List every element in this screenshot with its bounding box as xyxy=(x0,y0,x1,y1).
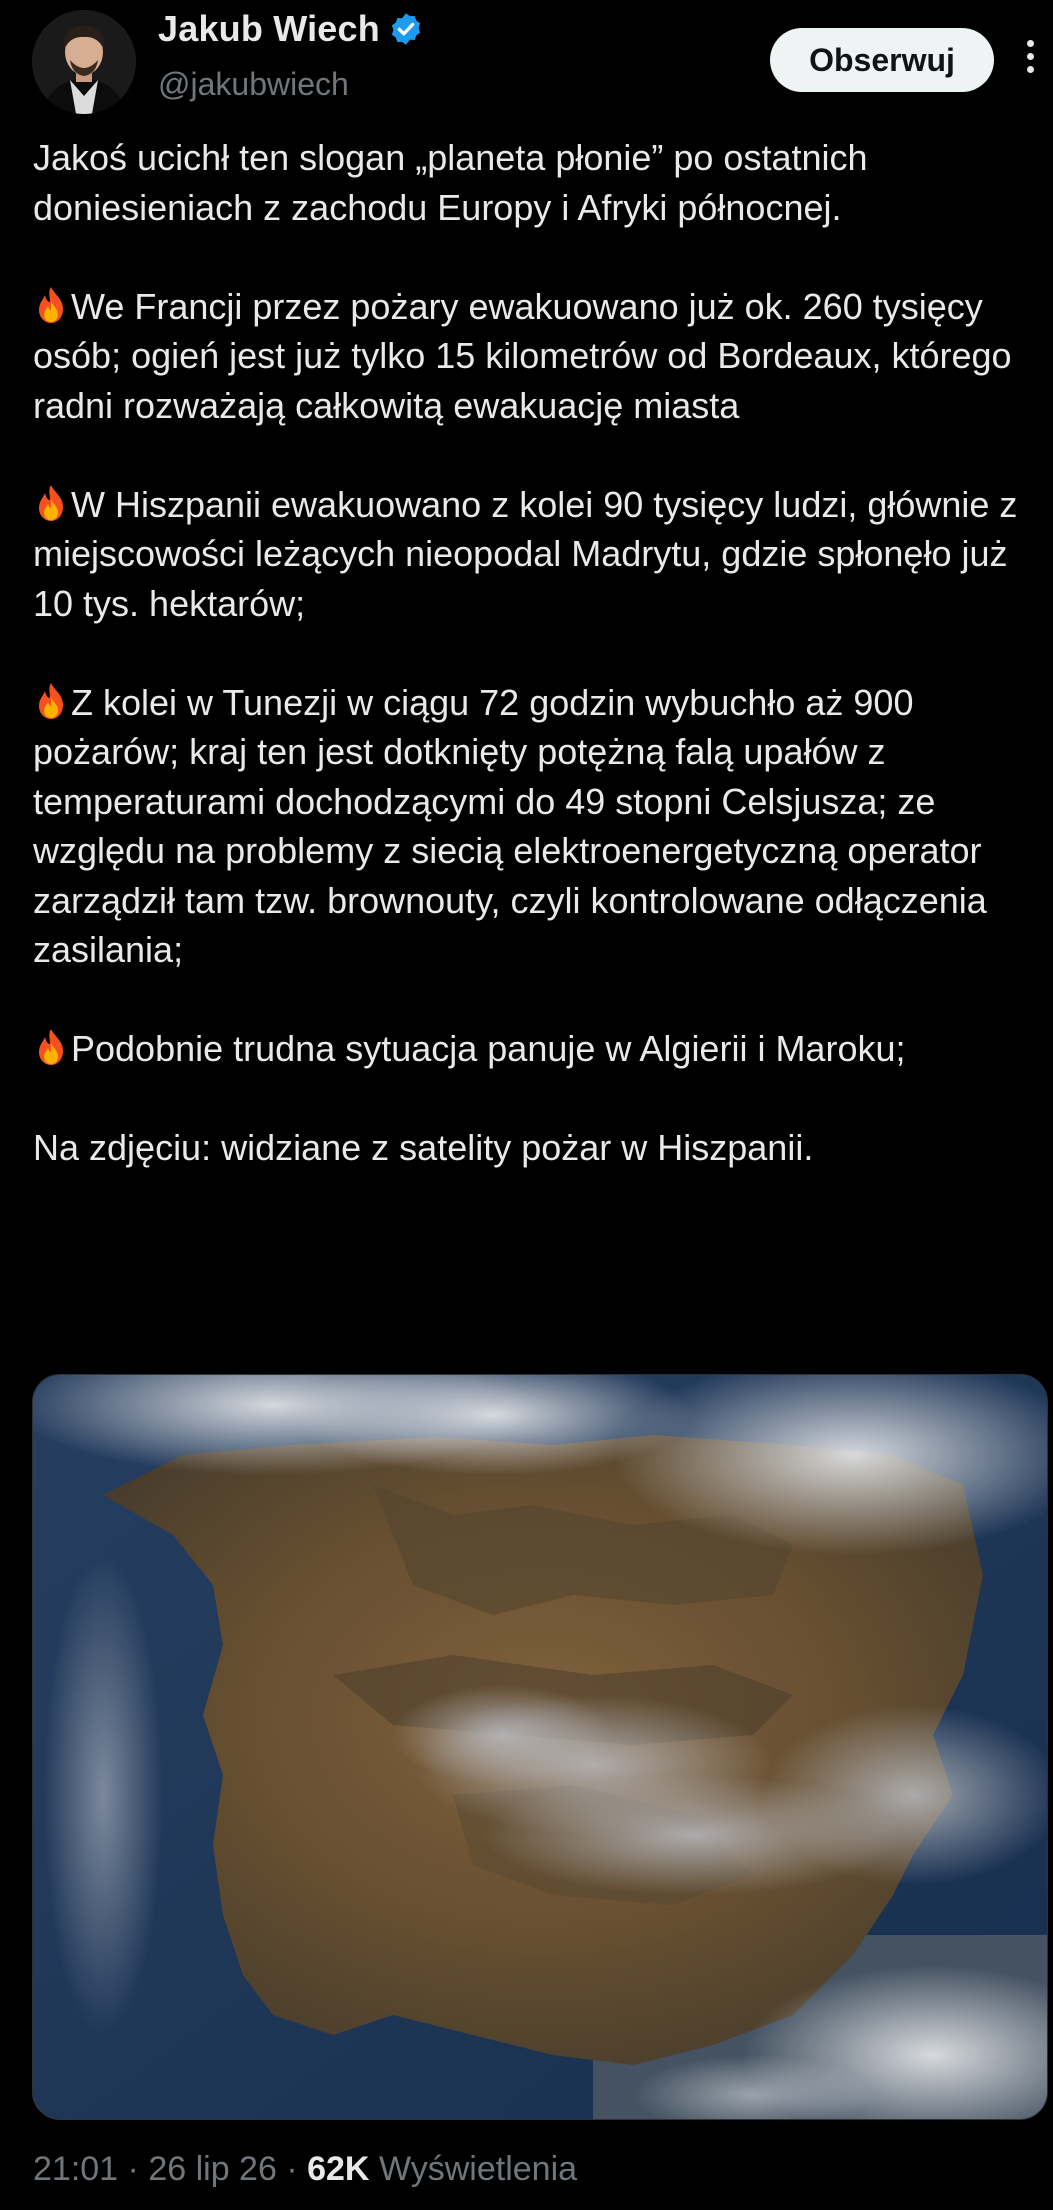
more-vertical-icon[interactable] xyxy=(1018,40,1042,80)
tweet-media-image[interactable] xyxy=(32,1374,1048,2120)
tweet-meta: 21:01 · 26 lip 26 · 62K Wyświetlenia xyxy=(33,2150,577,2189)
author-name-row: Jakub Wiech xyxy=(158,8,424,50)
tweet-paragraph: Podobnie trudna sytuacja panuje w Algier… xyxy=(33,1024,1043,1074)
tweet-paragraph-text: Na zdjęciu: widziane z satelity pożar w … xyxy=(33,1127,814,1168)
meta-separator: · xyxy=(127,2150,139,2188)
verified-badge-icon xyxy=(391,13,421,45)
tweet-paragraph-text: Z kolei w Tunezji w ciągu 72 godzin wybu… xyxy=(33,681,987,971)
meta-separator: · xyxy=(286,2150,298,2188)
views-label: Wyświetlenia xyxy=(378,2150,578,2188)
tweet-paragraph: W Hiszpanii ewakuowano z kolei 90 tysięc… xyxy=(33,480,1043,629)
tweet-paragraph-text: We Francji przez pożary ewakuowano już o… xyxy=(33,285,1012,426)
fire-emoji-icon xyxy=(39,286,63,323)
satellite-image xyxy=(33,1375,1047,2119)
tweet-paragraph-text: Podobnie trudna sytuacja panuje w Algier… xyxy=(71,1028,906,1069)
tweet-text: Jakoś ucichł ten slogan „planeta płonie”… xyxy=(33,133,1043,1222)
tweet-paragraph: Na zdjęciu: widziane z satelity pożar w … xyxy=(33,1123,1043,1173)
tweet-time[interactable]: 21:01 xyxy=(33,2150,118,2188)
views-count: 62K xyxy=(307,2150,370,2188)
tweet-header: Jakub Wiech @jakubwiech Obserwuj xyxy=(0,0,1053,120)
tweet-date[interactable]: 26 lip 26 xyxy=(148,2150,277,2188)
tweet-paragraph: We Francji przez pożary ewakuowano już o… xyxy=(33,282,1043,431)
fire-emoji-icon xyxy=(39,682,63,719)
tweet-paragraph: Jakoś ucichł ten slogan „planeta płonie”… xyxy=(33,133,1043,232)
author-name[interactable]: Jakub Wiech xyxy=(158,8,380,50)
tweet-paragraph-text: Jakoś ucichł ten slogan „planeta płonie”… xyxy=(33,137,868,228)
avatar-image xyxy=(32,10,136,114)
fire-emoji-icon xyxy=(39,1029,63,1065)
avatar[interactable] xyxy=(32,10,136,114)
tweet-paragraph-text: W Hiszpanii ewakuowano z kolei 90 tysięc… xyxy=(33,483,1018,624)
follow-button[interactable]: Obserwuj xyxy=(770,28,994,92)
tweet-paragraph: Z kolei w Tunezji w ciągu 72 godzin wybu… xyxy=(33,678,1043,975)
author-handle[interactable]: @jakubwiech xyxy=(158,66,349,103)
fire-emoji-icon xyxy=(39,484,63,521)
